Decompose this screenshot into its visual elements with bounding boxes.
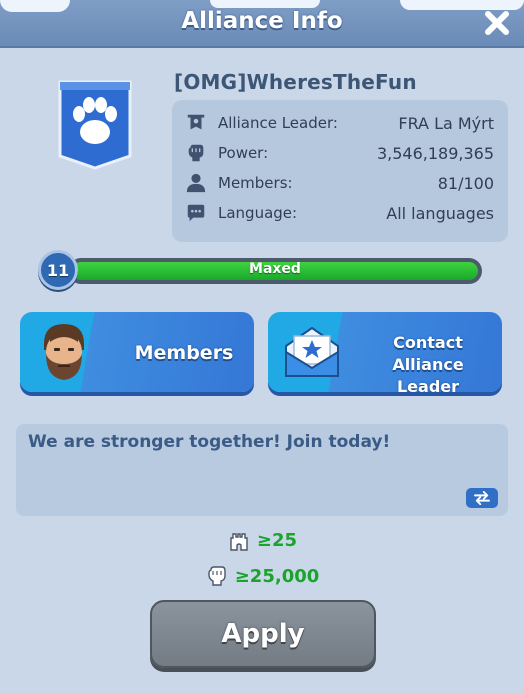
info-label: Members:	[218, 174, 293, 192]
alliance-name: [OMG]WheresTheFun	[174, 70, 417, 94]
alliance-level-bar: Maxed	[68, 258, 482, 284]
info-label: Power:	[218, 144, 269, 162]
contact-leader-button[interactable]: Contact Alliance Leader	[268, 312, 502, 392]
language-value: All languages	[386, 203, 494, 223]
apply-button-label: Apply	[221, 619, 305, 649]
person-icon	[184, 171, 208, 195]
alliance-description: We are stronger together! Join today!	[28, 432, 391, 452]
info-row-power: Power: 3,546,189,365	[184, 138, 494, 168]
castle-icon	[230, 533, 248, 551]
info-row-language: Language: All languages	[184, 198, 494, 228]
level-badge: 11	[38, 250, 78, 290]
info-label: Language:	[218, 204, 298, 222]
requirement-value: ≥25,000	[234, 565, 320, 587]
page-title: Alliance Info	[181, 8, 343, 34]
close-button[interactable]	[480, 6, 514, 40]
alliance-info-panel: Alliance Info [OMG]WheresTheFun Alliance…	[0, 0, 524, 694]
fist-icon	[184, 141, 208, 165]
members-button[interactable]: Members	[20, 312, 254, 392]
contact-label-line1: Contact Alliance	[392, 333, 464, 374]
requirement-castle-level: ≥25	[0, 528, 524, 552]
contact-button-label: Contact Alliance Leader	[360, 332, 496, 392]
requirement-power: ≥25,000	[0, 564, 524, 588]
members-count: 81/100	[437, 173, 494, 193]
swap-arrows-icon	[474, 491, 490, 505]
apply-button[interactable]: Apply	[150, 600, 376, 668]
level-status: Maxed	[249, 261, 301, 277]
translate-button[interactable]	[466, 488, 498, 508]
power-value: 3,546,189,365	[376, 143, 494, 163]
alliance-info-box: Alliance Leader: FRA La Mýrt Power: 3,54…	[172, 100, 508, 242]
requirement-value: ≥25	[256, 529, 298, 551]
close-icon	[485, 11, 509, 35]
leader-name[interactable]: FRA La Mýrt	[398, 114, 494, 133]
members-button-label: Members	[134, 342, 234, 364]
alliance-description-box: We are stronger together! Join today!	[16, 424, 508, 516]
contact-label-line2: Leader	[396, 377, 460, 392]
mail-star-icon	[285, 326, 339, 377]
paw-banner-icon	[58, 80, 132, 170]
info-row-leader: Alliance Leader: FRA La Mýrt	[184, 108, 494, 138]
info-row-members: Members: 81/100	[184, 168, 494, 198]
member-avatar-icon	[44, 324, 84, 380]
fist-icon	[208, 566, 226, 586]
chat-icon	[184, 201, 208, 225]
banner-icon	[184, 111, 208, 135]
info-label: Alliance Leader:	[218, 114, 338, 132]
snow-decoration	[210, 0, 320, 8]
level-number: 11	[46, 260, 70, 280]
header-bar: Alliance Info	[0, 0, 524, 48]
